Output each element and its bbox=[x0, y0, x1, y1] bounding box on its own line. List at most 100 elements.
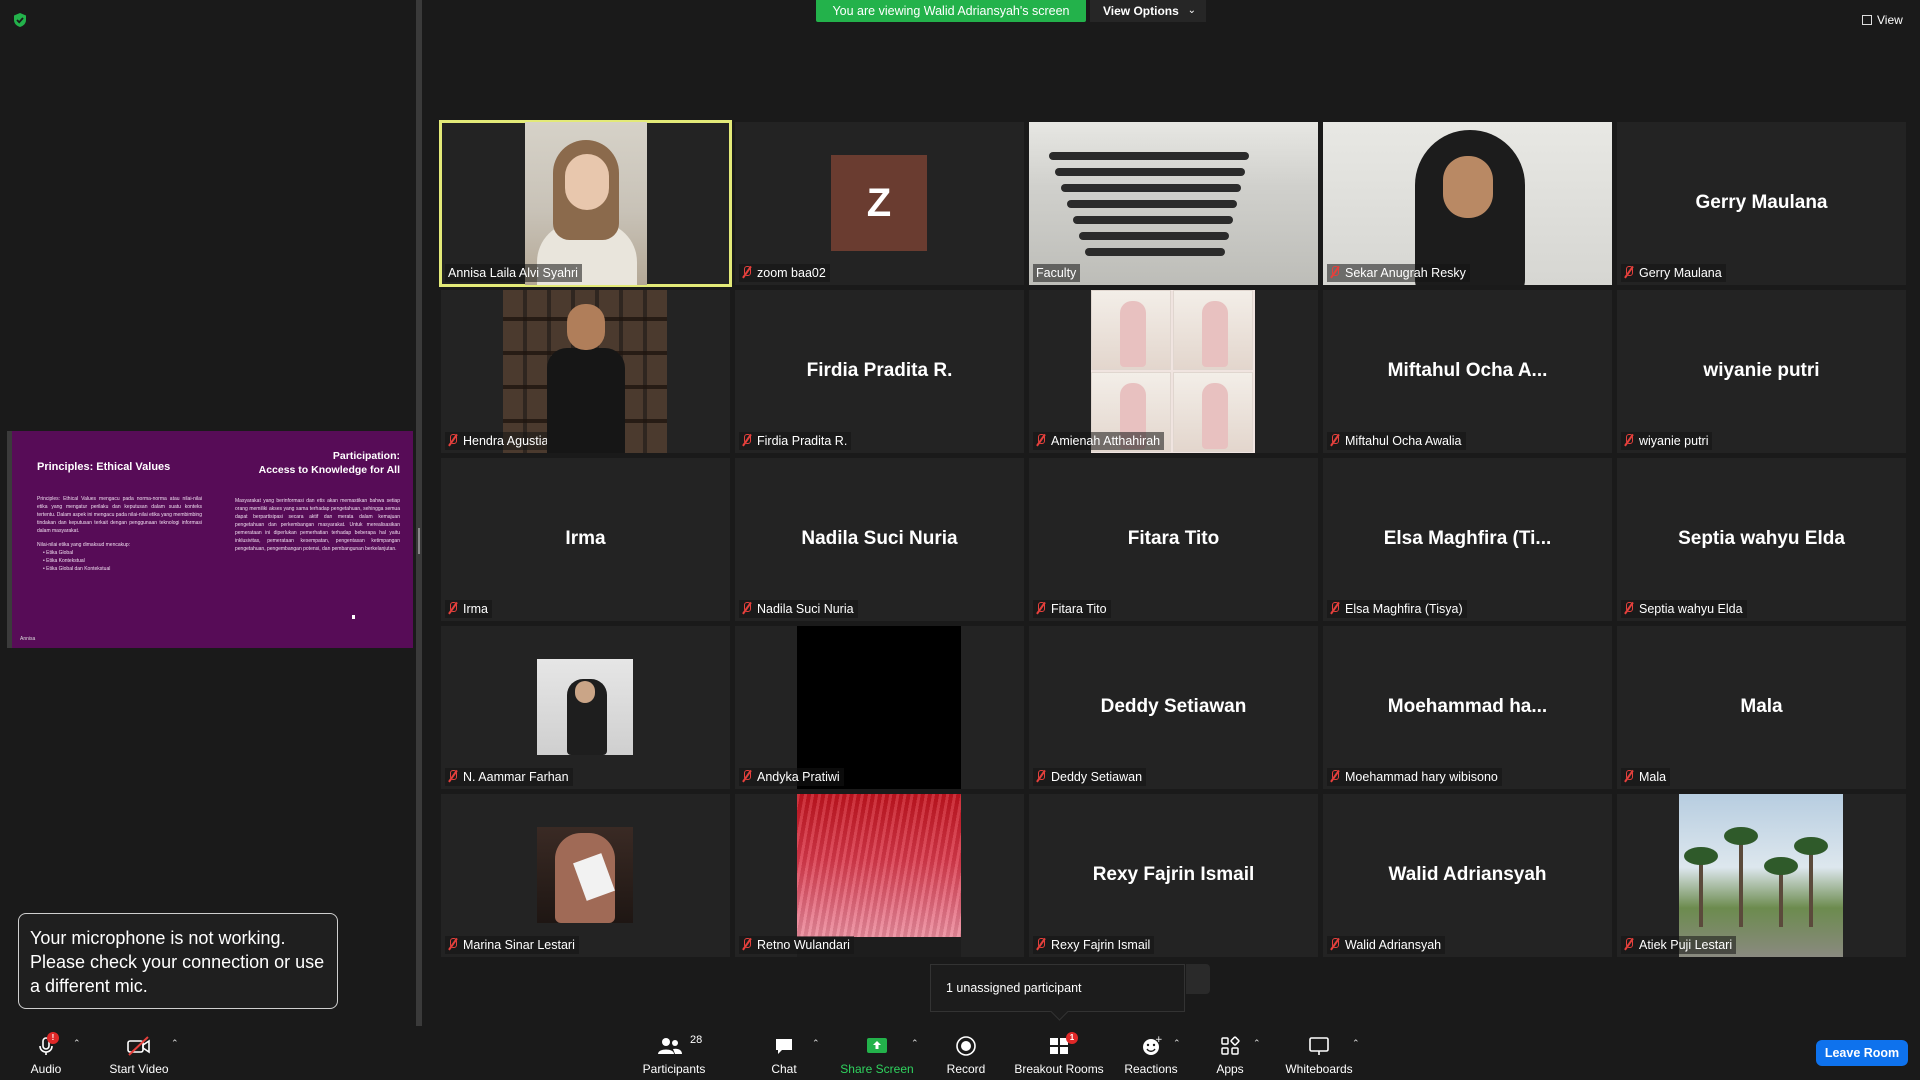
participant-tile[interactable]: wiyanie putri wiyanie putri bbox=[1617, 290, 1906, 453]
share-screen-button[interactable]: Share Screen bbox=[838, 1026, 916, 1080]
participant-video bbox=[525, 122, 647, 285]
participant-tile[interactable]: Septia wahyu Elda Septia wahyu Elda bbox=[1617, 458, 1906, 621]
share-caret-icon[interactable]: ⌃ bbox=[911, 1038, 919, 1049]
participant-name-label: Atiek Puji Lestari bbox=[1621, 936, 1737, 954]
participant-tile[interactable]: Annisa Laila Alvi Syahri bbox=[439, 120, 732, 287]
reactions-caret-icon[interactable]: ⌃ bbox=[1173, 1038, 1181, 1049]
participant-tile[interactable]: Firdia Pradita R. Firdia Pradita R. bbox=[735, 290, 1024, 453]
participant-display-name: Gerry Maulana bbox=[1695, 192, 1828, 213]
mic-muted-icon bbox=[1036, 770, 1046, 782]
mic-muted-icon bbox=[1330, 602, 1340, 614]
whiteboards-button[interactable]: Whiteboards bbox=[1282, 1026, 1356, 1080]
participant-tile[interactable]: Moehammad ha... Moehammad hary wibisono bbox=[1323, 626, 1612, 789]
apps-caret-icon[interactable]: ⌃ bbox=[1253, 1038, 1261, 1049]
reactions-button[interactable]: + Reactions bbox=[1122, 1026, 1180, 1080]
participant-name-label: Gerry Maulana bbox=[1621, 264, 1726, 282]
participant-tile[interactable]: Miftahul Ocha A... Miftahul Ocha Awalia bbox=[1323, 290, 1612, 453]
mic-muted-icon bbox=[448, 602, 458, 614]
participant-tile[interactable]: Fitara Tito Fitara Tito bbox=[1029, 458, 1318, 621]
mic-muted-icon bbox=[742, 938, 752, 950]
left-panel: Principles: Ethical Values Principles: E… bbox=[0, 0, 416, 1026]
participant-name-label: Amienah Atthahirah bbox=[1033, 432, 1165, 450]
participant-tile[interactable]: Mala Mala bbox=[1617, 626, 1906, 789]
participant-name-label: Rexy Fajrin Ismail bbox=[1033, 936, 1155, 954]
participant-name: Mala bbox=[1639, 770, 1667, 784]
participant-tile[interactable]: Atiek Puji Lestari bbox=[1617, 794, 1906, 957]
participant-name: Elsa Maghfira (Tisya) bbox=[1345, 602, 1463, 616]
video-caret-icon[interactable]: ⌃ bbox=[171, 1038, 179, 1049]
security-shield-icon[interactable] bbox=[12, 12, 28, 28]
participant-name-label: Moehammad hary wibisono bbox=[1327, 768, 1502, 786]
participant-tile[interactable]: Faculty bbox=[1029, 122, 1318, 285]
start-video-button[interactable]: Start Video bbox=[104, 1026, 174, 1080]
chat-caret-icon[interactable]: ⌃ bbox=[812, 1038, 820, 1049]
participant-tile[interactable]: Walid Adriansyah Walid Adriansyah bbox=[1323, 794, 1612, 957]
participant-name: Marina Sinar Lestari bbox=[463, 938, 575, 952]
participants-button[interactable]: 28 Participants bbox=[638, 1026, 710, 1080]
gallery-view-icon bbox=[1862, 15, 1872, 25]
apps-button[interactable]: Apps bbox=[1210, 1026, 1250, 1080]
start-video-label: Start Video bbox=[109, 1062, 169, 1076]
slide-list-item: Etika Kontekstual bbox=[43, 557, 202, 565]
share-screen-icon bbox=[867, 1038, 887, 1053]
breakout-rooms-button[interactable]: 1 Breakout Rooms bbox=[1012, 1026, 1106, 1080]
participant-tile[interactable]: Andyka Pratiwi bbox=[735, 626, 1024, 789]
participant-name-label: Mala bbox=[1621, 768, 1671, 786]
record-button[interactable]: Record bbox=[941, 1026, 991, 1080]
participant-tile[interactable]: Irma Irma bbox=[441, 458, 730, 621]
participant-name: Rexy Fajrin Ismail bbox=[1051, 938, 1151, 952]
participant-tile[interactable]: Elsa Maghfira (Ti... Elsa Maghfira (Tisya… bbox=[1323, 458, 1612, 621]
participant-tile[interactable]: Zzoom baa02 bbox=[735, 122, 1024, 285]
participant-tile[interactable]: Marina Sinar Lestari bbox=[441, 794, 730, 957]
participant-tile[interactable]: Retno Wulandari bbox=[735, 794, 1024, 957]
participant-tile[interactable]: Deddy Setiawan Deddy Setiawan bbox=[1029, 626, 1318, 789]
participant-tile[interactable]: Amienah Atthahirah bbox=[1029, 290, 1318, 453]
participant-avatar bbox=[537, 659, 633, 755]
participant-name-label: Nadila Suci Nuria bbox=[739, 600, 858, 618]
view-options-button[interactable]: View Options ⌄ bbox=[1090, 0, 1206, 22]
mic-muted-icon bbox=[1330, 266, 1340, 278]
participant-name: wiyanie putri bbox=[1639, 434, 1709, 448]
slide-right-title: Participation: Access to Knowledge for A… bbox=[235, 449, 400, 477]
participant-tile[interactable]: Hendra Agustian bbox=[441, 290, 730, 453]
slide-left-title: Principles: Ethical Values bbox=[37, 461, 171, 473]
chat-icon bbox=[776, 1039, 792, 1054]
chat-label: Chat bbox=[771, 1062, 797, 1076]
audio-button[interactable]: ! Audio bbox=[22, 1026, 70, 1080]
mic-muted-icon bbox=[1624, 266, 1634, 278]
shared-screen-thumbnail[interactable]: Principles: Ethical Values Principles: E… bbox=[7, 431, 413, 648]
mic-warning-toast[interactable]: Your microphone is not working. Please c… bbox=[18, 913, 338, 1009]
view-button[interactable]: View bbox=[1862, 10, 1912, 30]
mic-muted-icon bbox=[448, 770, 458, 782]
participant-tile[interactable]: Sekar Anugrah Resky bbox=[1323, 122, 1612, 285]
slide-footer: Annisa bbox=[20, 636, 36, 642]
participant-tile[interactable]: Rexy Fajrin Ismail Rexy Fajrin Ismail bbox=[1029, 794, 1318, 957]
leave-room-button[interactable]: Leave Room bbox=[1816, 1040, 1908, 1066]
participant-name-label: Deddy Setiawan bbox=[1033, 768, 1147, 786]
audio-caret-icon[interactable]: ⌃ bbox=[73, 1038, 81, 1049]
breakout-rooms-label: Breakout Rooms bbox=[1014, 1062, 1104, 1076]
whiteboards-caret-icon[interactable]: ⌃ bbox=[1352, 1038, 1360, 1049]
participant-name-label: Firdia Pradita R. bbox=[739, 432, 852, 450]
participant-name: Gerry Maulana bbox=[1639, 266, 1722, 280]
participant-tile[interactable]: Nadila Suci Nuria Nadila Suci Nuria bbox=[735, 458, 1024, 621]
participant-name-label: Fitara Tito bbox=[1033, 600, 1111, 618]
mic-muted-icon bbox=[742, 602, 752, 614]
participant-tile[interactable]: Gerry Maulana Gerry Maulana bbox=[1617, 122, 1906, 285]
participant-name-label: Faculty bbox=[1033, 264, 1081, 282]
participant-tile[interactable]: N. Aammar Farhan bbox=[441, 626, 730, 789]
participant-name-label: Sekar Anugrah Resky bbox=[1327, 264, 1470, 282]
participant-video bbox=[1091, 290, 1255, 453]
unassigned-participant-tooltip[interactable]: 1 unassigned participant bbox=[930, 964, 1185, 1012]
chat-button[interactable]: Chat bbox=[766, 1026, 802, 1080]
participant-display-name: Elsa Maghfira (Ti... bbox=[1383, 528, 1552, 549]
mic-muted-icon bbox=[448, 434, 458, 446]
meeting-toolbar: ! Audio ⌃ Start Video ⌃ 28 Participants … bbox=[0, 1026, 1920, 1080]
audio-label: Audio bbox=[30, 1062, 62, 1076]
participant-name-label: N. Aammar Farhan bbox=[445, 768, 573, 786]
divider-grip-handle[interactable] bbox=[418, 528, 420, 554]
panel-divider[interactable] bbox=[416, 0, 422, 1026]
participant-display-name: wiyanie putri bbox=[1703, 360, 1820, 381]
slide-left-body: Principles: Ethical Values mengacu pada … bbox=[37, 496, 202, 534]
participant-name: Walid Adriansyah bbox=[1345, 938, 1442, 952]
